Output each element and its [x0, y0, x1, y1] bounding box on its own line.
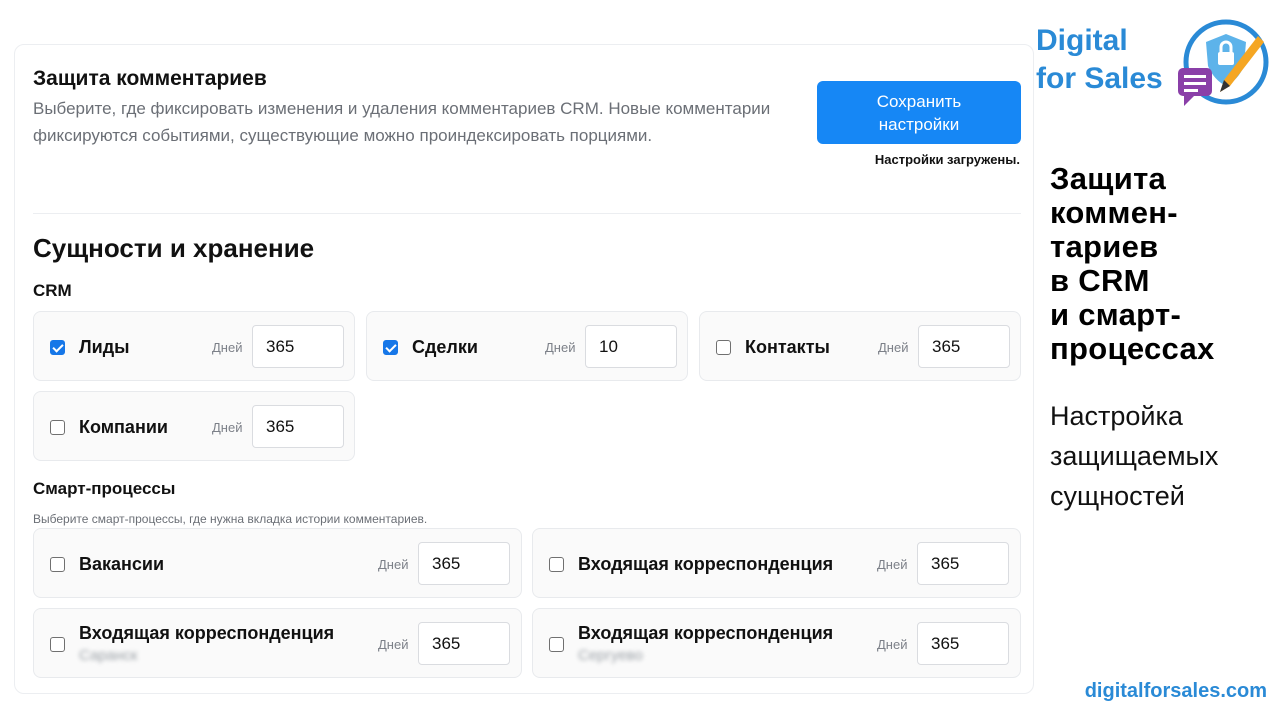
smart-card-incoming-mail: Входящая корреспонденция Дней 365	[532, 528, 1021, 598]
smart-card-incoming-mail-3: Входящая корреспонденция Сергуево Дней 3…	[532, 608, 1021, 678]
crm-group-title: CRM	[33, 281, 72, 300]
incoming-mail-3-days-input[interactable]: 365	[917, 622, 1009, 665]
smart-group-title: Смарт-процессы	[33, 479, 176, 498]
leads-days-input[interactable]: 365	[252, 325, 344, 368]
brand-logo-icon	[1178, 19, 1269, 106]
incoming-mail-days-label: Дней	[877, 557, 908, 572]
contacts-checkbox[interactable]	[716, 340, 731, 355]
leads-label: Лиды	[79, 337, 130, 357]
incoming-mail-checkbox[interactable]	[549, 557, 564, 572]
side-subheading-line: защищаемых	[1050, 441, 1219, 471]
save-settings-button[interactable]: Сохранить настройки	[817, 81, 1021, 144]
side-heading-line: в CRM	[1050, 263, 1150, 298]
contacts-days-label: Дней	[878, 340, 909, 355]
deals-days-input[interactable]: 10	[585, 325, 677, 368]
page-description: Выберите, где фиксировать изменения и уд…	[33, 99, 771, 145]
save-status: Настройки загружены.	[874, 152, 1020, 167]
incoming-mail-2-days-input[interactable]: 365	[418, 622, 510, 665]
section-title: Сущности и хранение	[33, 233, 315, 263]
deals-days-label: Дней	[545, 340, 576, 355]
logo-text-line2: for Sales	[1036, 62, 1163, 95]
companies-checkbox[interactable]	[50, 420, 65, 435]
incoming-mail-3-days-label: Дней	[877, 637, 908, 652]
incoming-mail-2-checkbox[interactable]	[50, 637, 65, 652]
side-heading-line: коммен-	[1050, 195, 1178, 230]
incoming-mail-3-checkbox[interactable]	[549, 637, 564, 652]
save-button-label-line1: Сохранить	[876, 91, 962, 111]
crm-card-companies: Компании Дней 365	[33, 391, 355, 461]
incoming-mail-2-sublabel: Саранск	[79, 647, 138, 664]
smart-card-vacancies: Вакансии Дней 365	[33, 528, 522, 598]
incoming-mail-2-days-label: Дней	[378, 637, 409, 652]
crm-card-contacts: Контакты Дней 365	[699, 311, 1021, 381]
side-subheading-line: сущностей	[1050, 481, 1185, 511]
side-heading-line: и смарт-	[1050, 297, 1182, 332]
smart-card-incoming-mail-2: Входящая корреспонденция Саранск Дней 36…	[33, 608, 522, 678]
logo-text-line1: Digital	[1036, 24, 1128, 57]
vacancies-checkbox[interactable]	[50, 557, 65, 572]
incoming-mail-3-label: Входящая корреспонденция	[578, 623, 834, 643]
incoming-mail-label: Входящая корреспонденция	[578, 554, 834, 574]
companies-label: Компании	[79, 417, 168, 437]
side-subheading: Настройка защищаемых сущностей	[1050, 396, 1278, 516]
deals-label: Сделки	[412, 337, 478, 357]
contacts-days-input[interactable]: 365	[918, 325, 1010, 368]
crm-card-deals: Сделки Дней 10	[366, 311, 688, 381]
side-heading: Защита коммен- тариев в CRM и смарт- про…	[1050, 162, 1278, 366]
deals-checkbox[interactable]	[383, 340, 398, 355]
incoming-mail-2-label: Входящая корреспонденция	[79, 623, 335, 643]
incoming-mail-3-sublabel: Сергуево	[578, 647, 643, 664]
vacancies-days-input[interactable]: 365	[418, 542, 510, 585]
incoming-mail-days-input[interactable]: 365	[917, 542, 1009, 585]
side-heading-line: тариев	[1050, 229, 1159, 264]
leads-days-label: Дней	[212, 340, 243, 355]
smart-group-hint: Выберите смарт-процессы, где нужна вклад…	[33, 512, 428, 526]
vacancies-days-label: Дней	[378, 557, 409, 572]
contacts-label: Контакты	[745, 337, 830, 357]
side-heading-line: Защита	[1050, 161, 1167, 196]
comment-protection-panel: Защита комментариев Выберите, где фиксир…	[14, 44, 1034, 694]
site-url: digitalforsales.com	[1084, 680, 1267, 702]
crm-card-leads: Лиды Дней 365	[33, 311, 355, 381]
side-heading-line: процессах	[1050, 331, 1215, 366]
save-button-label-line2: настройки	[878, 114, 960, 134]
side-subheading-line: Настройка	[1050, 401, 1183, 431]
page-title: Защита комментариев	[33, 67, 267, 90]
vacancies-label: Вакансии	[79, 554, 165, 574]
divider	[33, 213, 1021, 214]
companies-days-input[interactable]: 365	[252, 405, 344, 448]
companies-days-label: Дней	[212, 420, 243, 435]
leads-checkbox[interactable]	[50, 340, 65, 355]
